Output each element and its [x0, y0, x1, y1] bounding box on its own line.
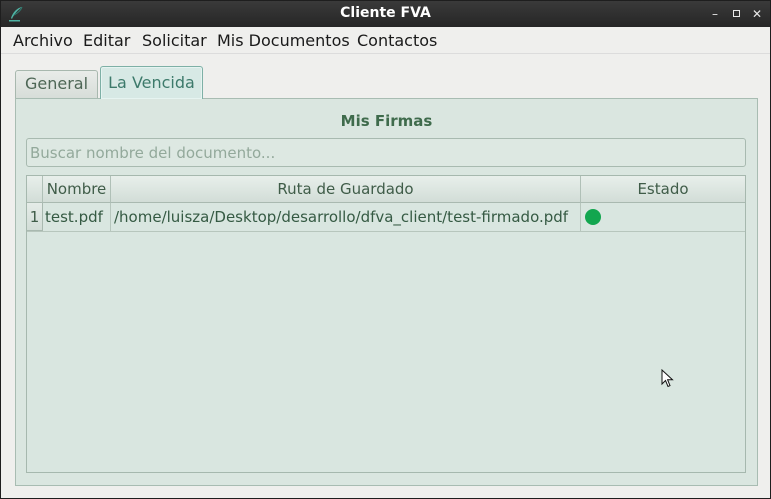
close-icon: ✕ [751, 7, 763, 21]
signatures-table: Nombre Ruta de Guardado Estado 1 test.pd… [26, 175, 746, 473]
menu-contactos[interactable]: Contactos [357, 31, 437, 50]
menu-archivo[interactable]: Archivo [13, 31, 73, 50]
menu-solicitar[interactable]: Solicitar [142, 31, 207, 50]
row-header-corner [27, 176, 43, 203]
menu-editar[interactable]: Editar [83, 31, 130, 50]
column-header-nombre[interactable]: Nombre [43, 176, 111, 203]
menu-bar: Archivo Editar Solicitar Mis Documentos … [1, 27, 770, 54]
search-input[interactable] [26, 138, 746, 167]
status-ok-icon [585, 209, 601, 225]
cell-nombre[interactable]: test.pdf [43, 203, 111, 231]
menu-mis-documentos[interactable]: Mis Documentos [217, 31, 350, 50]
cell-estado[interactable] [581, 203, 745, 231]
minimize-icon: – [712, 7, 718, 21]
column-header-estado[interactable]: Estado [581, 176, 745, 203]
close-button[interactable]: ✕ [749, 6, 765, 22]
maximize-button[interactable] [728, 6, 744, 22]
tab-panel: Mis Firmas Nombre Ruta de Guardado Estad… [15, 98, 758, 486]
cell-ruta[interactable]: /home/luisza/Desktop/desarrollo/dfva_cli… [111, 203, 581, 231]
table-row[interactable]: test.pdf /home/luisza/Desktop/desarrollo… [27, 203, 745, 232]
app-window: Cliente FVA – ✕ Archivo Editar Solicitar… [0, 0, 771, 499]
tab-la-vencida[interactable]: La Vencida [100, 66, 203, 99]
mouse-pointer-icon [661, 369, 674, 388]
panel-title: Mis Firmas [340, 112, 433, 130]
tab-general[interactable]: General [15, 70, 98, 98]
column-header-ruta[interactable]: Ruta de Guardado [111, 176, 581, 203]
minimize-button[interactable]: – [707, 6, 723, 22]
title-bar[interactable]: Cliente FVA – ✕ [1, 1, 770, 27]
window-title: Cliente FVA [340, 5, 431, 21]
maximize-icon [732, 9, 740, 17]
